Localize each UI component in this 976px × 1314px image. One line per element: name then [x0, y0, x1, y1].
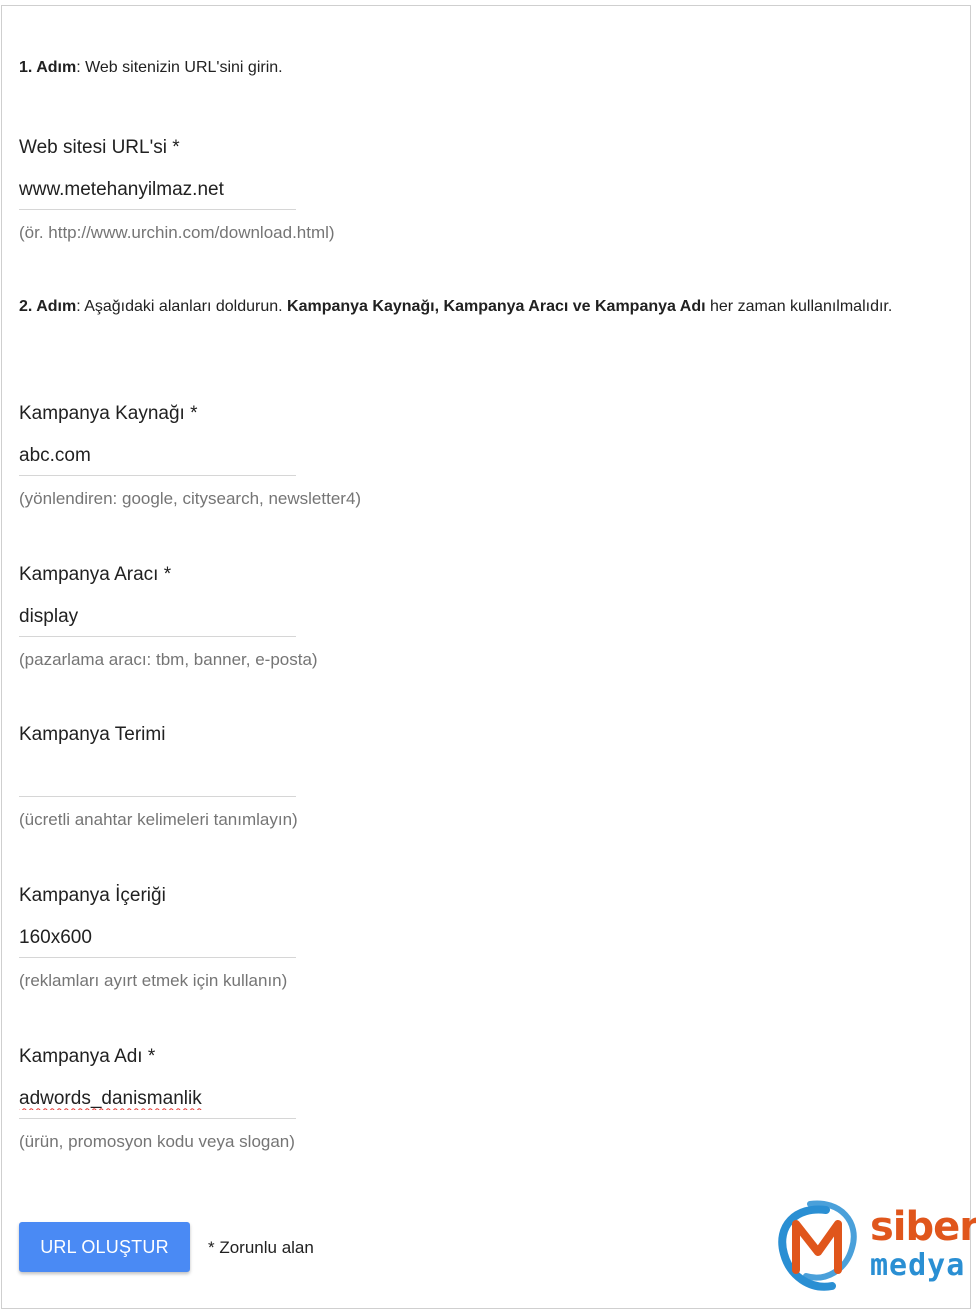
step-2-label: 2. Adım	[19, 298, 77, 315]
campaign-medium-input[interactable]	[19, 597, 296, 637]
website-url-input[interactable]	[19, 170, 296, 210]
step-2-text: : Aşağıdaki alanları doldurun.	[76, 298, 288, 315]
campaign-content-field: Kampanya İçeriği (reklamları ayırt etmek…	[19, 884, 319, 992]
create-url-button[interactable]: URL OLUŞTUR	[19, 1222, 190, 1272]
campaign-source-field: Kampanya Kaynağı * (yönlendiren: google,…	[19, 402, 362, 510]
step-2-required-fields: Kampanya Kaynağı, Kampanya Aracı ve Kamp…	[287, 298, 706, 315]
campaign-source-hint: (yönlendiren: google, citysearch, newsle…	[19, 489, 362, 508]
campaign-term-input[interactable]	[19, 757, 296, 797]
campaign-name-label: Kampanya Adı *	[19, 1046, 156, 1067]
step-2-instruction: 2. Adım: Aşağıdaki alanları doldurun. Ka…	[19, 294, 919, 320]
step-1-text: : Web sitenizin URL'sini girin.	[76, 59, 283, 76]
step-2-text-end: her zaman kullanılmalıdır.	[705, 298, 893, 315]
campaign-term-field: Kampanya Terimi (ücretli anahtar kelimel…	[19, 723, 319, 831]
campaign-name-hint: (ürün, promosyon kodu veya slogan)	[19, 1132, 295, 1151]
campaign-medium-hint: (pazarlama aracı: tbm, banner, e-posta)	[19, 650, 318, 669]
campaign-content-label: Kampanya İçeriği	[19, 885, 166, 906]
campaign-content-input[interactable]	[19, 918, 296, 958]
campaign-medium-label: Kampanya Aracı *	[19, 564, 172, 585]
logo-word-medya: medya	[870, 1248, 966, 1283]
campaign-name-field: Kampanya Adı * (ürün, promosyon kodu vey…	[19, 1045, 319, 1153]
siber-medya-logo: siber medya	[766, 1196, 976, 1300]
campaign-term-label: Kampanya Terimi	[19, 724, 166, 745]
logo-mark-icon	[778, 1200, 857, 1291]
campaign-medium-field: Kampanya Aracı * (pazarlama aracı: tbm, …	[19, 563, 319, 671]
campaign-term-hint: (ücretli anahtar kelimeleri tanımlayın)	[19, 810, 298, 829]
website-url-field: Web sitesi URL'si * (ör. http://www.urch…	[19, 136, 335, 244]
campaign-content-hint: (reklamları ayırt etmek için kullanın)	[19, 971, 288, 990]
campaign-name-input[interactable]	[19, 1079, 296, 1119]
logo-word-siber: siber	[870, 1204, 976, 1250]
step-1-instruction: 1. Adım: Web sitenizin URL'sini girin.	[19, 55, 283, 81]
step-1-label: 1. Adım	[19, 59, 77, 76]
website-url-label: Web sitesi URL'si *	[19, 137, 180, 158]
website-url-hint: (ör. http://www.urchin.com/download.html…	[19, 223, 335, 242]
required-field-note: * Zorunlu alan	[208, 1238, 314, 1257]
campaign-source-input[interactable]	[19, 436, 296, 476]
campaign-source-label: Kampanya Kaynağı *	[19, 403, 198, 424]
